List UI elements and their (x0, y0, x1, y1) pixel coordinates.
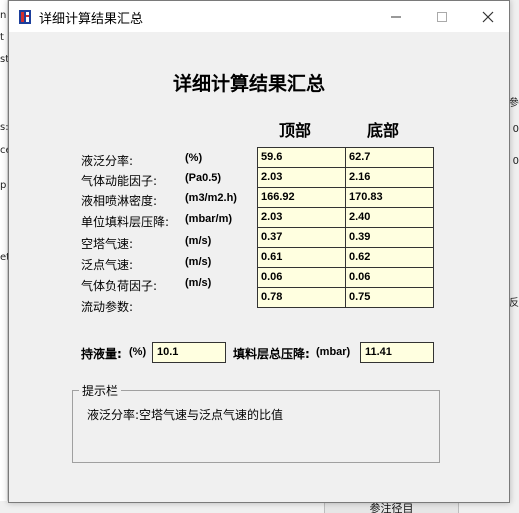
cell-bottom-value[interactable]: 0.39 (346, 228, 434, 248)
background-text: 0 (512, 156, 519, 167)
hint-legend: 提示栏 (79, 382, 122, 399)
row-unit-gas-capacity-factor: (Pa0.5) (185, 172, 222, 184)
row-label-liquid-spray-density: 液相喷淋密度: (81, 194, 158, 208)
table-row: 0.37 0.39 (258, 228, 434, 248)
maximize-button[interactable] (419, 1, 465, 32)
cell-top-value[interactable]: 2.03 (258, 208, 346, 228)
window-title: 详细计算结果汇总 (39, 12, 144, 27)
row-unit-flood-fraction: (%) (185, 152, 203, 164)
row-label-gas-capacity-factor: 气体动能因子: (81, 174, 158, 188)
cell-bottom-value[interactable]: 62.7 (346, 148, 434, 168)
row-label-gas-load-factor: 气体负荷因子: (81, 279, 158, 293)
background-right-strip: 參 0 0 反 (509, 0, 519, 513)
cell-top-value[interactable]: 0.78 (258, 288, 346, 308)
background-text: 反 (509, 298, 519, 309)
background-button[interactable]: 参注径目 (324, 502, 459, 513)
row-unit-liquid-spray-density: (m3/m2.h) (185, 192, 237, 204)
cell-bottom-value[interactable]: 0.62 (346, 248, 434, 268)
table-row: 0.61 0.62 (258, 248, 434, 268)
background-text: p (0, 180, 7, 191)
close-button[interactable] (465, 1, 511, 32)
background-text: 參 (509, 98, 519, 109)
table-row: 2.03 2.16 (258, 168, 434, 188)
table-row: 59.6 62.7 (258, 148, 434, 168)
background-text: n (0, 10, 7, 21)
table-row: 0.78 0.75 (258, 288, 434, 308)
cell-bottom-value[interactable]: 170.83 (346, 188, 434, 208)
cell-top-value[interactable]: 2.03 (258, 168, 346, 188)
holdup-label: 持液量: (81, 347, 122, 361)
cell-top-value[interactable]: 0.37 (258, 228, 346, 248)
cell-top-value[interactable]: 59.6 (258, 148, 346, 168)
total-pressure-drop-field[interactable]: 11.41 (360, 342, 434, 363)
background-text: 0 (512, 124, 519, 135)
minimize-icon (391, 16, 401, 17)
cell-bottom-value[interactable]: 0.75 (346, 288, 434, 308)
close-icon (482, 11, 494, 22)
column-header-bottom: 底部 (367, 121, 400, 140)
table-row: 166.92 170.83 (258, 188, 434, 208)
row-unit-flooding-velocity: (m/s) (185, 256, 212, 268)
maximize-icon (437, 11, 447, 22)
row-unit-gas-load-factor: (m/s) (185, 277, 212, 289)
background-text: t (0, 32, 4, 43)
cell-top-value[interactable]: 0.61 (258, 248, 346, 268)
row-label-superficial-velocity: 空塔气速: (81, 237, 134, 251)
table-row: 2.03 2.40 (258, 208, 434, 228)
title-bar[interactable]: 详细计算结果汇总 (9, 1, 509, 32)
row-label-flooding-velocity: 泛点气速: (81, 258, 134, 272)
row-label-unit-pressure-drop: 单位填料层压降: (81, 215, 170, 229)
cell-bottom-value[interactable]: 2.40 (346, 208, 434, 228)
app-icon (19, 10, 31, 24)
background-left-strip: n t st s: ce p et (0, 0, 12, 513)
row-unit-superficial-velocity: (m/s) (185, 235, 212, 247)
row-label-flood-fraction: 液泛分率: (81, 154, 134, 168)
page-title: 详细计算结果汇总 (172, 73, 325, 95)
row-label-flow-parameter: 流动参数: (81, 300, 134, 314)
minimize-button[interactable] (373, 1, 419, 32)
hint-panel (72, 390, 440, 463)
row-unit-unit-pressure-drop: (mbar/m) (185, 213, 233, 225)
total-pressure-drop-label: 填料层总压降: (233, 347, 310, 361)
results-table: 59.6 62.7 2.03 2.16 166.92 170.83 2.03 2… (257, 147, 434, 308)
holdup-field[interactable]: 10.1 (152, 342, 226, 363)
cell-bottom-value[interactable]: 0.06 (346, 268, 434, 288)
holdup-unit: (%) (129, 346, 147, 358)
total-pressure-drop-unit: (mbar) (316, 346, 351, 358)
results-dialog: 详细计算结果汇总 详细计算结果汇总 顶部 底部 液泛分率: (%) 气体动能因子… (8, 0, 510, 503)
column-header-top: 顶部 (279, 121, 312, 140)
hint-text: 液泛分率:空塔气速与泛点气速的比值 (87, 408, 284, 422)
cell-top-value[interactable]: 0.06 (258, 268, 346, 288)
cell-top-value[interactable]: 166.92 (258, 188, 346, 208)
cell-bottom-value[interactable]: 2.16 (346, 168, 434, 188)
table-row: 0.06 0.06 (258, 268, 434, 288)
